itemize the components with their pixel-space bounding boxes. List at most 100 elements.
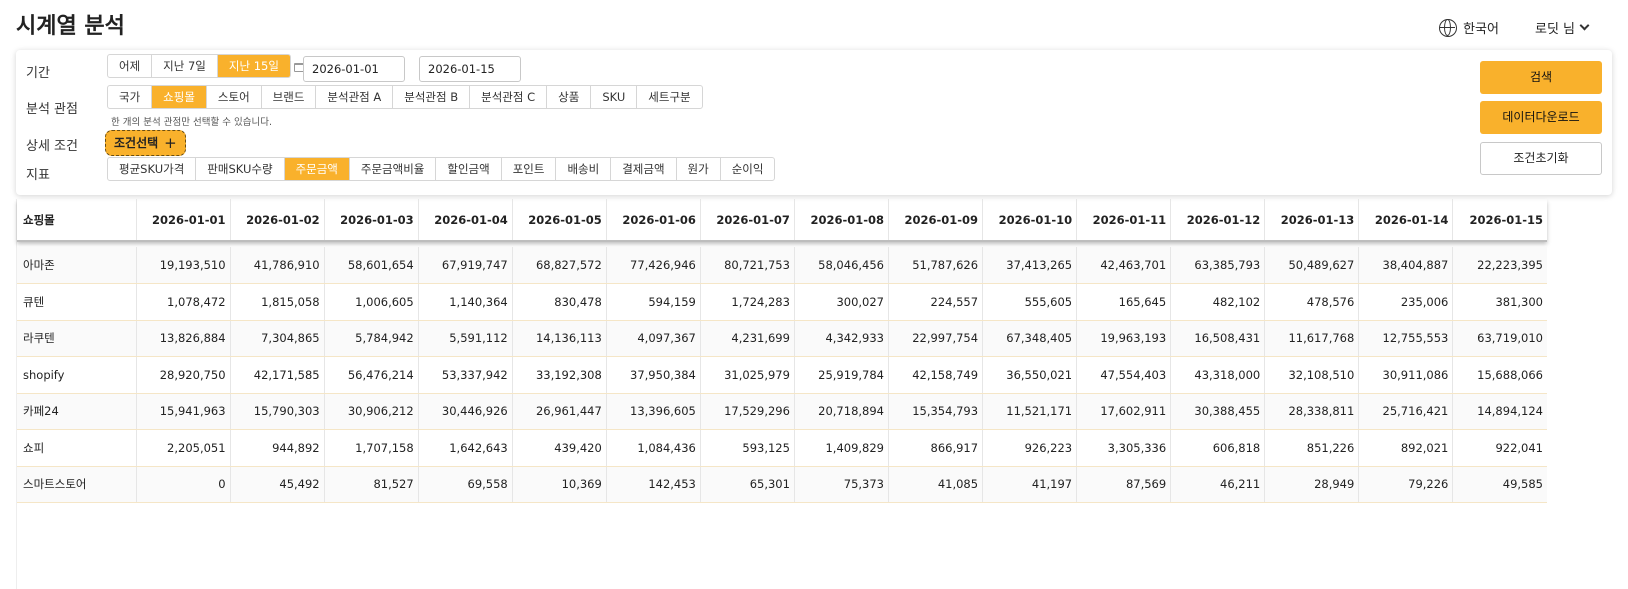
column-header-date[interactable]: 2026-01-13 [1264,199,1359,242]
perspective-option[interactable]: 브랜드 [262,86,317,108]
column-header-date[interactable]: 2026-01-09 [887,199,983,242]
table-cell: 17,602,911 [1076,393,1171,430]
table-cell: 2,205,051 [135,429,231,467]
column-header-mall[interactable]: 쇼핑몰 [17,199,136,242]
column-header-date[interactable]: 2026-01-08 [793,199,889,242]
column-header-date[interactable]: 2026-01-11 [1076,199,1171,242]
table-cell: 606,818 [1170,429,1265,467]
condition-select-button[interactable]: 조건선택 + [105,130,186,156]
globe-icon [1439,18,1458,37]
language-selector[interactable]: 한국어 [1439,18,1499,37]
table-cell: 594,159 [605,283,701,321]
period-option[interactable]: 어제 [108,55,153,77]
table-cell: 1,078,472 [135,283,231,321]
table-cell: 15,941,963 [135,393,231,430]
start-date-input[interactable] [303,56,405,82]
table-cell: 1,642,643 [417,429,513,467]
perspective-option[interactable]: 분석관점 C [470,86,548,108]
metric-option[interactable]: 포인트 [502,158,557,180]
table-cell: 142,453 [605,466,701,503]
table-cell: 15,354,793 [887,393,983,430]
table-header-row: 쇼핑몰 2026-01-01 2026-01-02 2026-01-03 2026-0… [17,199,1547,242]
table-cell: 4,231,699 [699,320,795,357]
table-cell: 41,786,910 [229,247,325,284]
chevron-down-icon [1579,20,1590,31]
download-button[interactable]: 데이터다운로드 [1480,101,1602,134]
table-cell: 4,097,367 [605,320,701,357]
table-cell: 68,827,572 [511,247,607,284]
metric-option[interactable]: 할인금액 [436,158,502,180]
table-row: shopify 28,920,750 42,171,585 56,476,214 53,… [17,356,1547,394]
row-label: shopify [17,356,136,394]
column-header-date[interactable]: 2026-01-03 [323,199,419,242]
plus-icon: + [164,134,177,152]
metric-option[interactable]: 결제금액 [611,158,677,180]
row-label: 스마트스토어 [17,466,136,503]
table-cell: 1,815,058 [229,283,325,321]
table-cell: 53,337,942 [417,356,513,394]
column-header-date[interactable]: 2026-01-01 [135,199,231,242]
table-cell: 77,426,946 [605,247,701,284]
perspective-option[interactable]: 쇼핑몰 [152,86,207,108]
perspective-option[interactable]: 분석관점 A [316,86,394,108]
search-button[interactable]: 검색 [1480,61,1602,94]
table-row: 쇼피 2,205,051 944,892 1,707,158 1,642,643 439,… [17,429,1547,467]
table-cell: 478,576 [1264,283,1359,321]
table-cell: 81,527 [323,466,419,503]
table-cell: 79,226 [1358,466,1453,503]
period-option[interactable]: 지난 7일 [152,55,218,77]
column-header-date[interactable]: 2026-01-04 [417,199,513,242]
perspective-option[interactable]: 상품 [547,86,592,108]
metric-option[interactable]: 주문금액비율 [350,158,437,180]
table-row: 큐텐 1,078,472 1,815,058 1,006,605 1,140,364 83… [17,283,1547,321]
table-cell: 1,707,158 [323,429,419,467]
period-option[interactable]: 지난 15일 [217,55,290,77]
table-cell: 11,617,768 [1264,320,1359,357]
column-header-date[interactable]: 2026-01-14 [1358,199,1453,242]
table-cell: 75,373 [793,466,889,503]
metric-option[interactable]: 원가 [677,158,721,180]
metric-option[interactable]: 순이익 [721,158,775,180]
column-header-date[interactable]: 2026-01-06 [605,199,701,242]
end-date-input[interactable] [419,56,521,82]
timeseries-table: 쇼핑몰 2026-01-01 2026-01-02 2026-01-03 2026-0… [17,199,1547,503]
perspective-option[interactable]: SKU [591,86,638,108]
table-cell: 58,046,456 [793,247,889,284]
column-header-date[interactable]: 2026-01-02 [229,199,325,242]
column-header-date[interactable]: 2026-01-12 [1170,199,1265,242]
table-cell: 235,006 [1358,283,1453,321]
perspective-option[interactable]: 세트구분 [637,86,701,108]
column-header-date[interactable]: 2026-01-15 [1452,199,1547,242]
table-cell: 851,226 [1264,429,1359,467]
table-cell: 41,085 [887,466,983,503]
table-cell: 69,558 [417,466,513,503]
table-cell: 15,790,303 [229,393,325,430]
perspective-option[interactable]: 분석관점 B [393,86,471,108]
table-cell: 38,404,887 [1358,247,1453,284]
perspective-option[interactable]: 스토어 [207,86,262,108]
table-cell: 42,463,701 [1076,247,1171,284]
metric-options: 평균SKU가격 판매SKU수량 주문금액 주문금액비율 할인금액 포인트 배송비 결제금액 원가… [107,157,776,181]
perspective-hint: 한 개의 분석 관점만 선택할 수 있습니다. [111,117,272,128]
metric-option[interactable]: 평균SKU가격 [108,158,197,180]
metric-option[interactable]: 판매SKU수량 [196,158,285,180]
table-cell: 381,300 [1452,283,1547,321]
perspective-option[interactable]: 국가 [108,86,153,108]
column-header-date[interactable]: 2026-01-05 [511,199,607,242]
row-label: 큐텐 [17,283,136,321]
metric-option[interactable]: 배송비 [556,158,612,180]
table-cell: 37,950,384 [605,356,701,394]
column-header-date[interactable]: 2026-01-10 [982,199,1077,242]
table-cell: 26,961,447 [511,393,607,430]
table-cell: 22,223,395 [1452,247,1547,284]
table-cell: 1,409,829 [793,429,889,467]
table-cell: 19,193,510 [135,247,231,284]
column-header-date[interactable]: 2026-01-07 [699,199,795,242]
user-menu[interactable]: 로딧 님 [1535,18,1590,37]
table-cell: 16,508,431 [1170,320,1265,357]
table-cell: 165,645 [1076,283,1171,321]
reset-button[interactable]: 조건초기화 [1480,142,1602,175]
table-cell: 42,158,749 [887,356,983,394]
language-label: 한국어 [1463,22,1499,37]
metric-option[interactable]: 주문금액 [284,158,350,180]
